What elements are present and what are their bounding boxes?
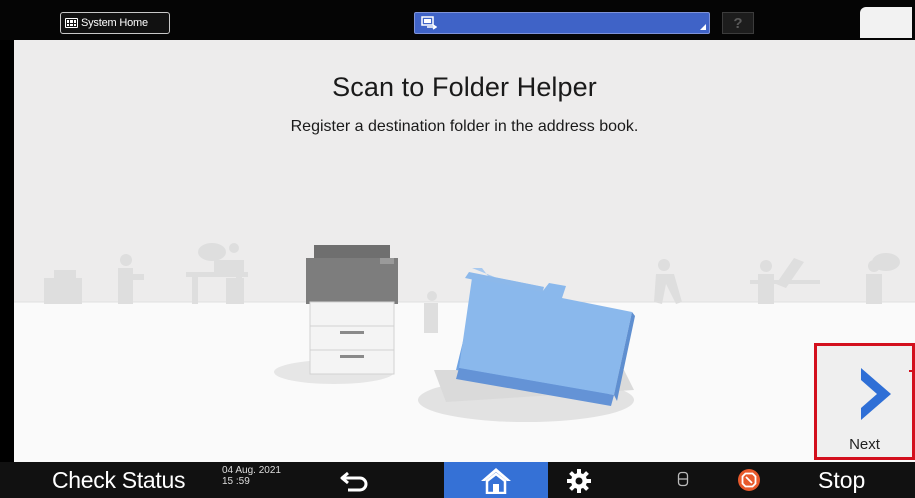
- chevron-right-icon: [861, 368, 891, 420]
- check-status-button[interactable]: Check Status: [52, 467, 185, 494]
- bottom-bar: Check Status 04 Aug. 2021 15 :59 Stop: [0, 462, 915, 498]
- pointer-mark: [909, 370, 915, 372]
- screen-brightness-button[interactable]: [860, 7, 912, 38]
- stop-icon: [738, 469, 760, 491]
- system-home-label: System Home: [81, 17, 148, 29]
- moon-icon: [884, 15, 892, 31]
- home-button[interactable]: [444, 462, 548, 498]
- date-text: 04 Aug. 2021: [222, 465, 281, 476]
- storage-indicator: [677, 471, 689, 492]
- gear-icon: [567, 469, 591, 493]
- date-time-display: 04 Aug. 2021 15 :59: [222, 465, 281, 487]
- scan-to-folder-illustration: [14, 243, 915, 462]
- page-subtitle: Register a destination folder in the add…: [290, 118, 639, 135]
- page-title: Scan to Folder Helper: [332, 72, 597, 102]
- main-panel: Scan to Folder Helper Register a destina…: [14, 40, 915, 462]
- next-label: Next: [849, 436, 880, 453]
- help-button[interactable]: ?: [722, 12, 754, 34]
- system-home-button[interactable]: System Home: [60, 12, 170, 34]
- dropdown-corner-icon: [700, 24, 706, 30]
- help-icon: ?: [733, 14, 743, 32]
- time-text: 15 :59: [222, 476, 250, 487]
- application-selector[interactable]: [414, 12, 710, 34]
- top-bar: System Home ?: [0, 0, 915, 40]
- next-button[interactable]: Next: [814, 343, 915, 460]
- storage-icon: [677, 471, 689, 487]
- home-icon: [481, 468, 511, 494]
- grid-icon: [65, 18, 78, 28]
- settings-button[interactable]: [566, 468, 592, 498]
- back-button[interactable]: [338, 468, 372, 497]
- printer-graphic: [306, 245, 398, 375]
- stop-label[interactable]: Stop: [818, 467, 865, 494]
- back-arrow-icon: [340, 471, 368, 492]
- stop-button[interactable]: [737, 468, 761, 497]
- scanner-app-icon: [421, 16, 437, 30]
